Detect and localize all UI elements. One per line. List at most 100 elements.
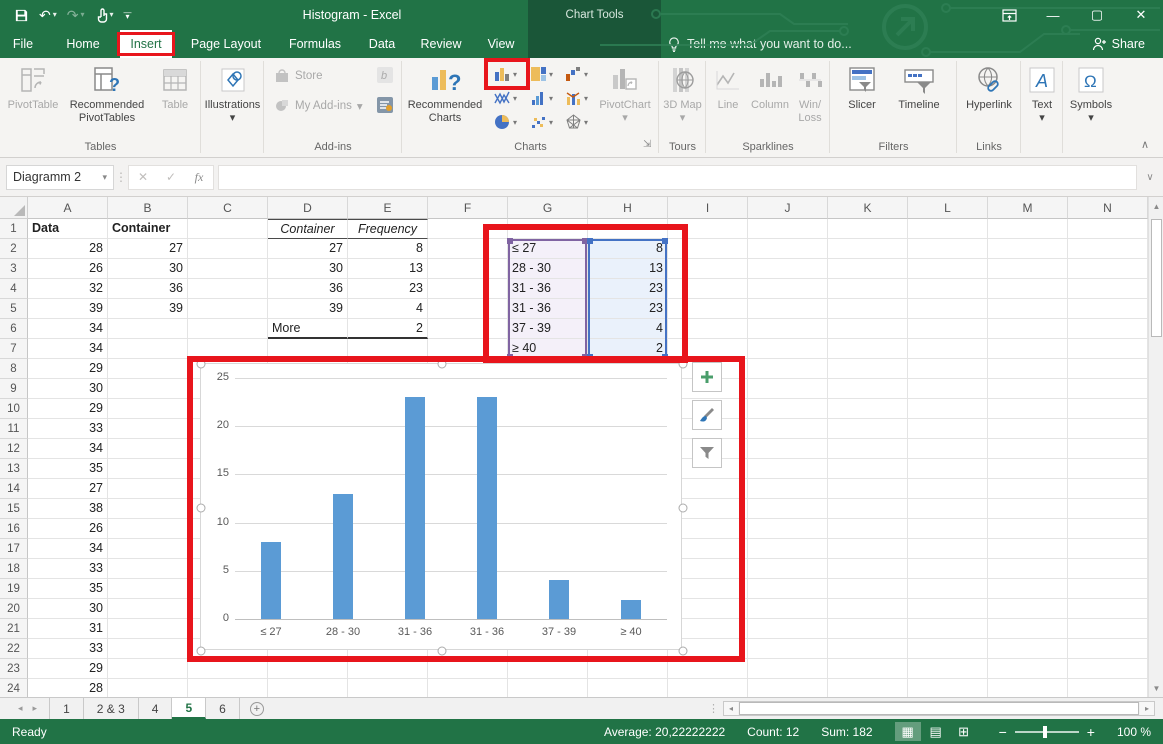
tell-me-box[interactable]: Tell me what you want to do... [668, 30, 852, 58]
cell-J13[interactable] [748, 459, 828, 479]
cell-K4[interactable] [828, 279, 908, 299]
cell-N23[interactable] [1068, 659, 1148, 679]
row-header-7[interactable]: 7 [0, 339, 28, 359]
chart-bar-1[interactable] [261, 542, 281, 619]
chart-selection-handle-5[interactable] [679, 503, 688, 512]
cell-M22[interactable] [988, 639, 1068, 659]
cell-E2[interactable]: 8 [348, 239, 428, 259]
share-button[interactable]: Share [1092, 30, 1145, 58]
cell-F3[interactable] [428, 259, 508, 279]
cell-L3[interactable] [908, 259, 988, 279]
tab-view[interactable]: View [478, 30, 524, 58]
close-button[interactable]: ✕ [1119, 0, 1163, 30]
cell-I6[interactable] [668, 319, 748, 339]
cell-N14[interactable] [1068, 479, 1148, 499]
cell-B13[interactable] [108, 459, 188, 479]
cell-K12[interactable] [828, 439, 908, 459]
cell-N17[interactable] [1068, 539, 1148, 559]
scroll-left-icon[interactable]: ◂ [724, 702, 738, 715]
cell-C24[interactable] [188, 679, 268, 697]
chart-selection-handle-2[interactable] [438, 360, 447, 369]
cell-F4[interactable] [428, 279, 508, 299]
formula-input[interactable] [218, 165, 1137, 190]
cell-B17[interactable] [108, 539, 188, 559]
cell-G2[interactable]: ≤ 27 [508, 239, 588, 259]
row-header-8[interactable]: 8 [0, 359, 28, 379]
cell-K23[interactable] [828, 659, 908, 679]
cell-K17[interactable] [828, 539, 908, 559]
cell-K24[interactable] [828, 679, 908, 697]
page-layout-view-icon[interactable]: ▤ [923, 722, 949, 741]
cell-K14[interactable] [828, 479, 908, 499]
cell-A24[interactable]: 28 [28, 679, 108, 697]
cell-K9[interactable] [828, 379, 908, 399]
cell-A11[interactable]: 33 [28, 419, 108, 439]
cell-N16[interactable] [1068, 519, 1148, 539]
cell-A6[interactable]: 34 [28, 319, 108, 339]
insert-scatter-chart-button[interactable]: ▾ [530, 114, 553, 130]
cell-A4[interactable]: 32 [28, 279, 108, 299]
insert-pie-chart-button[interactable]: ▾ [494, 114, 517, 130]
cell-A12[interactable]: 34 [28, 439, 108, 459]
cell-K18[interactable] [828, 559, 908, 579]
cell-K19[interactable] [828, 579, 908, 599]
cell-M5[interactable] [988, 299, 1068, 319]
cell-B4[interactable]: 36 [108, 279, 188, 299]
column-header-C[interactable]: C [188, 197, 268, 219]
column-header-I[interactable]: I [668, 197, 748, 219]
enter-entry-icon[interactable]: ✓ [157, 170, 185, 184]
cell-F7[interactable] [428, 339, 508, 359]
column-header-N[interactable]: N [1068, 197, 1148, 219]
cell-E24[interactable] [348, 679, 428, 697]
column-header-M[interactable]: M [988, 197, 1068, 219]
tab-data[interactable]: Data [358, 30, 406, 58]
cell-A9[interactable]: 30 [28, 379, 108, 399]
cell-I1[interactable] [668, 219, 748, 239]
cell-N9[interactable] [1068, 379, 1148, 399]
cell-B19[interactable] [108, 579, 188, 599]
timeline-button[interactable]: Timeline [890, 61, 948, 112]
cell-N3[interactable] [1068, 259, 1148, 279]
cell-M17[interactable] [988, 539, 1068, 559]
cell-N10[interactable] [1068, 399, 1148, 419]
cell-E1[interactable]: Frequency [348, 219, 428, 239]
select-all-corner[interactable] [0, 197, 28, 219]
cell-F2[interactable] [428, 239, 508, 259]
cell-M2[interactable] [988, 239, 1068, 259]
chart-bar-5[interactable] [549, 580, 569, 619]
cell-B21[interactable] [108, 619, 188, 639]
store-button[interactable]: Store [274, 68, 323, 84]
cell-L22[interactable] [908, 639, 988, 659]
horizontal-scrollbar-thumb[interactable] [739, 702, 1139, 715]
cell-L12[interactable] [908, 439, 988, 459]
cell-G1[interactable] [508, 219, 588, 239]
cell-H1[interactable] [588, 219, 668, 239]
cell-L8[interactable] [908, 359, 988, 379]
cell-A17[interactable]: 34 [28, 539, 108, 559]
cell-K11[interactable] [828, 419, 908, 439]
new-sheet-button[interactable]: + [240, 698, 274, 719]
cell-H3[interactable]: 13 [588, 259, 668, 279]
zoom-in-icon[interactable]: + [1087, 725, 1095, 739]
expand-formula-bar-icon[interactable]: ∨ [1137, 172, 1163, 183]
cell-J21[interactable] [748, 619, 828, 639]
sparkline-winloss-button[interactable]: Win/ Loss [792, 61, 828, 125]
column-header-H[interactable]: H [588, 197, 668, 219]
cell-L9[interactable] [908, 379, 988, 399]
cell-M19[interactable] [988, 579, 1068, 599]
horizontal-scrollbar[interactable]: ◂ ▸ [723, 701, 1155, 716]
symbols-button[interactable]: Ω Symbols ▾ [1067, 61, 1115, 125]
cell-L18[interactable] [908, 559, 988, 579]
cell-N2[interactable] [1068, 239, 1148, 259]
tab-review[interactable]: Review [412, 30, 470, 58]
cell-J15[interactable] [748, 499, 828, 519]
insert-bar-chart-button[interactable]: ▾ [530, 90, 553, 106]
cell-K13[interactable] [828, 459, 908, 479]
insert-surface-radar-chart-button[interactable]: ▾ [565, 114, 588, 130]
chart-selection-handle-3[interactable] [679, 360, 688, 369]
cell-C23[interactable] [188, 659, 268, 679]
cell-B2[interactable]: 27 [108, 239, 188, 259]
sheet-tab-6[interactable]: 6 [206, 698, 240, 719]
cell-I7[interactable] [668, 339, 748, 359]
row-header-17[interactable]: 17 [0, 539, 28, 559]
